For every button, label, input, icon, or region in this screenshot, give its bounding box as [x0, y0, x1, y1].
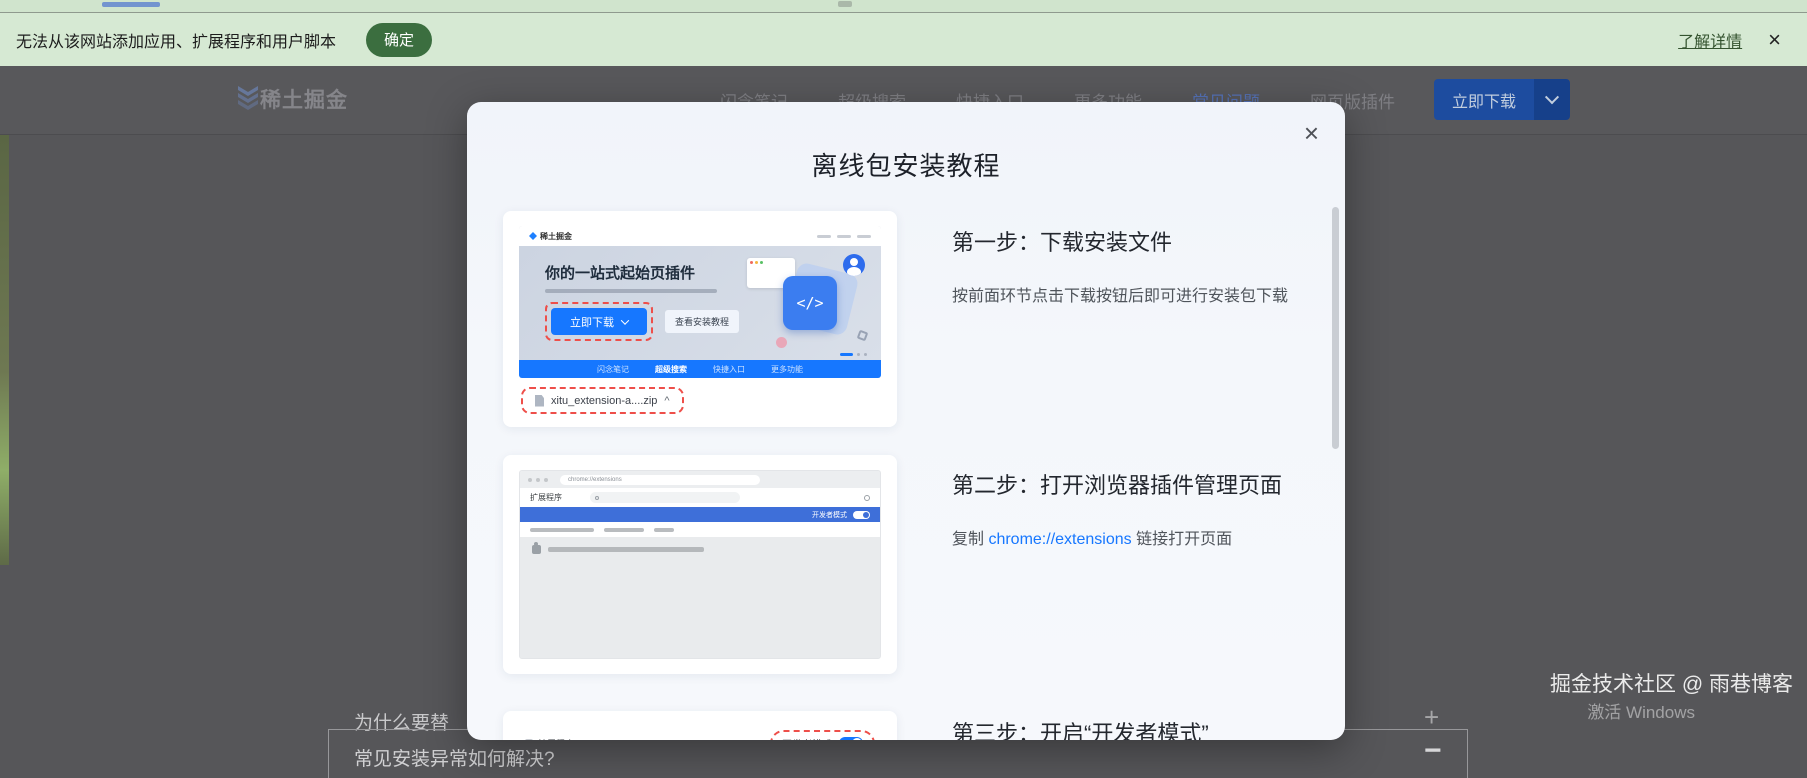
mini-action-row: [520, 522, 880, 537]
mini-extensions-body: [520, 537, 880, 658]
download-now-label: 立即下载: [1434, 79, 1535, 120]
step2-description: 复制 chrome://extensions 链接打开页面: [952, 528, 1322, 552]
step2-title: 第二步：打开浏览器插件管理页面: [952, 473, 1283, 498]
mini-toolbar-blue: 开发者模式: [520, 507, 880, 522]
mini3-devmode-toggle[interactable]: [839, 737, 863, 740]
file-icon: [535, 394, 544, 407]
mini-hero-subtitle-bar: [545, 289, 717, 293]
step3-title: 第三步：开启“开发者模式”: [952, 721, 1209, 740]
screen: 稀土掘金 闪念笔记 超级搜索 快捷入口 更多功能 常见问题 网页版插件 立即下载…: [0, 0, 1807, 778]
mini3-extensions-label: 扩展程序: [538, 737, 574, 741]
juejin-logo-icon: [225, 86, 258, 112]
step2-screenshot-card: chrome://extensions 扩展程序 开发者模式: [503, 455, 897, 674]
modal-close-icon[interactable]: ×: [1304, 120, 1319, 146]
mini-carousel-dots: [840, 353, 867, 356]
mini-empty-state-text-bar: [548, 547, 704, 552]
download-dropdown-button[interactable]: [1534, 79, 1571, 120]
red-dashed-highlight: 立即下载: [545, 302, 653, 341]
chevron-down-icon: [620, 315, 630, 325]
faq-question-2[interactable]: 常见安装异常如何解决?: [354, 744, 555, 771]
step2-desc-prefix: 复制: [952, 531, 989, 548]
step3-mini-screenshot: 扩展程序 开发者模式: [519, 726, 881, 740]
mini-account-icon: [864, 494, 870, 501]
mini3-devmode-label: 开发者模式: [782, 736, 832, 741]
step3-screenshot-card: 扩展程序 开发者模式: [503, 711, 897, 740]
mini-url-bar: chrome://extensions: [560, 474, 760, 485]
chevron-down-icon: [1544, 89, 1560, 104]
site-logo[interactable]: 稀土掘金: [225, 84, 348, 114]
site-watermark: 掘金技术社区 @ 雨巷博客: [1550, 673, 1793, 696]
step1-description: 按前面环节点击下载按钮后即可进行安装包下载: [952, 288, 1289, 305]
browser-top-edge: [0, 0, 1807, 13]
step2-text: 第二步：打开浏览器插件管理页面 复制 chrome://extensions 链…: [952, 468, 1322, 552]
step1-text: 第一步：下载安装文件 按前面环节点击下载按钮后即可进行安装包下载: [952, 225, 1322, 309]
site-logo-text: 稀土掘金: [260, 89, 348, 112]
mini-nav-placeholder: [817, 234, 871, 238]
learn-more-link[interactable]: 了解详情: [1678, 28, 1742, 52]
browser-edge-decoration-2: [838, 1, 852, 7]
avatar-icon: [843, 254, 865, 276]
red-dashed-highlight-devmode: 开发者模式: [770, 729, 875, 741]
mini-download-button: 立即下载: [551, 308, 647, 335]
page-edge-decoration: [0, 135, 9, 565]
browser-notification-bar: 无法从该网站添加应用、扩展程序和用户脚本 确定 了解详情 ×: [0, 0, 1807, 66]
modal-scrollbar[interactable]: [1332, 207, 1339, 449]
step2-desc-suffix: 链接打开页面: [1131, 531, 1233, 548]
chrome-extensions-link[interactable]: chrome://extensions: [988, 531, 1131, 548]
confirm-button[interactable]: 确定: [366, 22, 433, 57]
step3-text: 第三步：开启“开发者模式”: [952, 716, 1322, 740]
collapse-minus-icon[interactable]: −: [1424, 734, 1442, 768]
download-file-name: xitu_extension-a....zip: [551, 394, 658, 407]
mini-devmode-toggle: [853, 510, 870, 519]
caret-up-icon: ^: [664, 394, 670, 407]
step2-mini-screenshot: chrome://extensions 扩展程序 开发者模式: [519, 470, 881, 659]
step1-title: 第一步：下载安装文件: [952, 230, 1173, 255]
mini-extensions-label: 扩展程序: [530, 493, 562, 502]
puzzle-icon: [532, 542, 541, 554]
code-icon: </>: [783, 276, 837, 330]
mini-devmode-label: 开发者模式: [812, 511, 847, 519]
notification-close-icon[interactable]: ×: [1768, 28, 1781, 51]
search-icon: [595, 495, 599, 500]
download-now-button[interactable]: 立即下载: [1434, 79, 1571, 120]
menu-icon: [525, 739, 533, 740]
tutorial-modal: × 离线包安装教程 稀土掘金 你的一站式起始页插件 立即下载 查看安装教程 </…: [467, 102, 1345, 740]
notification-message: 无法从该网站添加应用、扩展程序和用户脚本: [16, 33, 337, 51]
mini-search-input: [590, 492, 740, 503]
browser-edge-decoration: [102, 2, 160, 7]
mini-logo-icon: [529, 232, 537, 240]
mini-illustration: </>: [719, 254, 871, 354]
modal-title: 离线包安装教程: [811, 151, 1001, 181]
step1-screenshot-card: 稀土掘金 你的一站式起始页插件 立即下载 查看安装教程 </> 闪念笔记 超级搜…: [503, 211, 897, 427]
mini-bottom-nav: 闪念笔记 超级搜索 快捷入口 更多功能: [519, 360, 881, 378]
activate-windows-watermark: 激活 Windows: [1587, 703, 1695, 722]
download-file-chip: xitu_extension-a....zip ^: [521, 387, 684, 414]
mini-logo-text: 稀土掘金: [540, 231, 572, 241]
step1-mini-screenshot: 稀土掘金 你的一站式起始页插件 立即下载 查看安装教程 </> 闪念笔记 超级搜…: [519, 226, 881, 378]
